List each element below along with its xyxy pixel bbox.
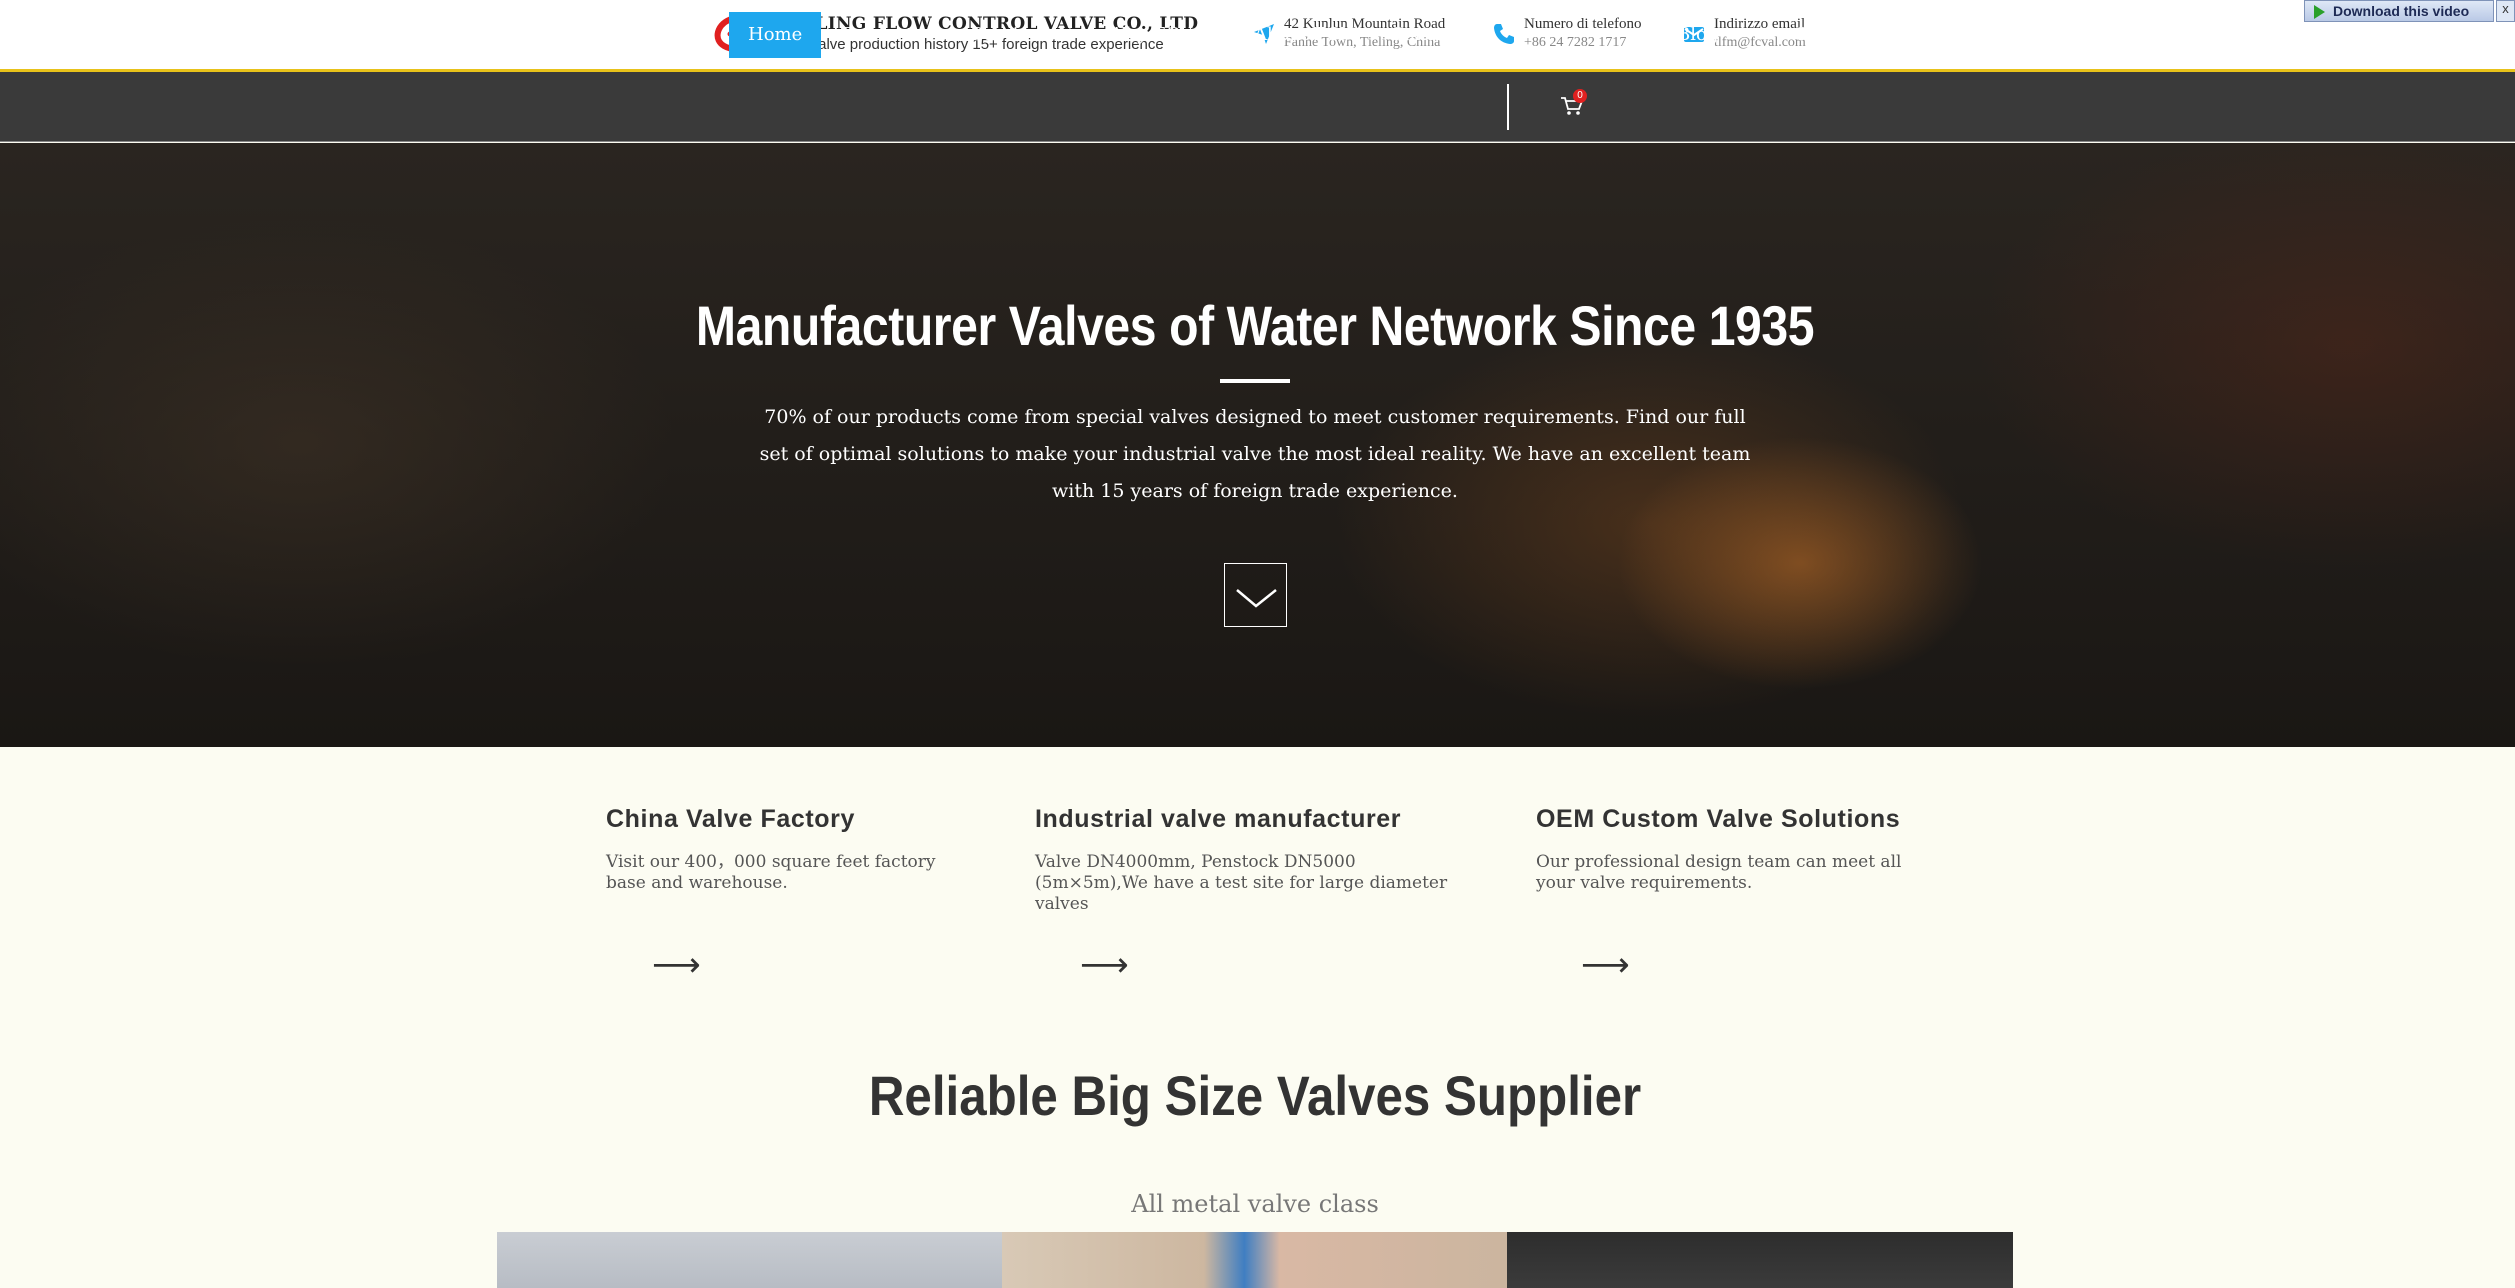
nav-about-label: About FCV (1254, 24, 1354, 45)
nav-item-why-fcv[interactable]: Why FCV (1107, 12, 1216, 58)
nav-home-label: Home (748, 24, 803, 45)
nav-divider (1507, 84, 1509, 130)
nav-case-label: Case (1794, 24, 1839, 45)
hero-title: Manufacturer Valves of Water Network Sin… (695, 294, 1815, 357)
section-subtitle: All metal valve class (1131, 1190, 1379, 1218)
phone-icon (1494, 24, 1514, 44)
email-label: Indirizzo email (1714, 16, 1806, 32)
nav-contact-label: Contact Us (1390, 24, 1492, 45)
feature-desc-factory: Visit our 400，000 square feet factory ba… (606, 852, 936, 893)
product-image-1[interactable] (497, 1232, 1002, 1288)
nav-item-blog[interactable]: Blog (1677, 12, 1718, 58)
product-image-3[interactable] (1507, 1232, 2013, 1288)
feature-title-oem: OEM Custom Valve Solutions (1536, 805, 1901, 833)
cart-count-badge: 0 (1573, 89, 1587, 103)
product-image-2[interactable] (1002, 1232, 1507, 1288)
feature-arrow-manufacturer[interactable]: ⟶ (1080, 948, 1129, 982)
download-video-label: Download this video (2333, 3, 2470, 19)
feature-arrow-factory[interactable]: ⟶ (652, 948, 701, 982)
nav-item-product[interactable]: Product (841, 12, 936, 58)
phone-label: Numero di telefono (1524, 16, 1642, 32)
nav-product-label: Product (841, 24, 913, 45)
feature-title-manufacturer: Industrial valve manufacturer (1035, 805, 1402, 833)
nav-item-home[interactable]: Home (729, 12, 822, 58)
nav-services-label: Services (971, 24, 1049, 45)
main-navigation (0, 72, 2515, 142)
hero-banner: Manufacturer Valves of Water Network Sin… (0, 143, 2515, 747)
nav-item-case[interactable]: Case (1794, 12, 1838, 58)
download-video-button[interactable]: Download this video (2304, 0, 2494, 22)
hero-divider (1220, 379, 1290, 383)
play-icon (2314, 5, 2325, 19)
section-title: Reliable Big Size Valves Supplier (868, 1064, 1642, 1127)
feature-arrow-oem[interactable]: ⟶ (1581, 948, 1630, 982)
close-overlay-button[interactable]: x (2496, 0, 2515, 22)
chevron-down-icon (1058, 25, 1072, 38)
nav-blog-label: Blog (1677, 24, 1719, 45)
nav-why-fcv-label: Why FCV (1107, 24, 1193, 45)
feature-title-factory: China Valve Factory (606, 805, 855, 833)
nav-item-contact[interactable]: Contact Us (1390, 12, 1492, 58)
chevron-down-icon (923, 25, 936, 38)
hero-description: 70% of our products come from special va… (759, 406, 1751, 502)
nav-item-about[interactable]: About FCV (1254, 12, 1353, 58)
feature-desc-manufacturer: Valve DN4000mm, Penstock DN5000 (5m×5m),… (1035, 852, 1448, 914)
scroll-down-button[interactable] (1224, 563, 1287, 627)
chevron-down-icon (1202, 25, 1216, 38)
nav-item-services[interactable]: Services (971, 12, 1072, 58)
chevron-down-icon (1236, 589, 1277, 608)
phone-number[interactable]: +86 24 7282 1717 (1524, 35, 1626, 51)
email-address[interactable]: tlfm@fcval.com (1714, 35, 1806, 51)
feature-desc-oem: Our professional design team can meet al… (1536, 852, 1902, 893)
